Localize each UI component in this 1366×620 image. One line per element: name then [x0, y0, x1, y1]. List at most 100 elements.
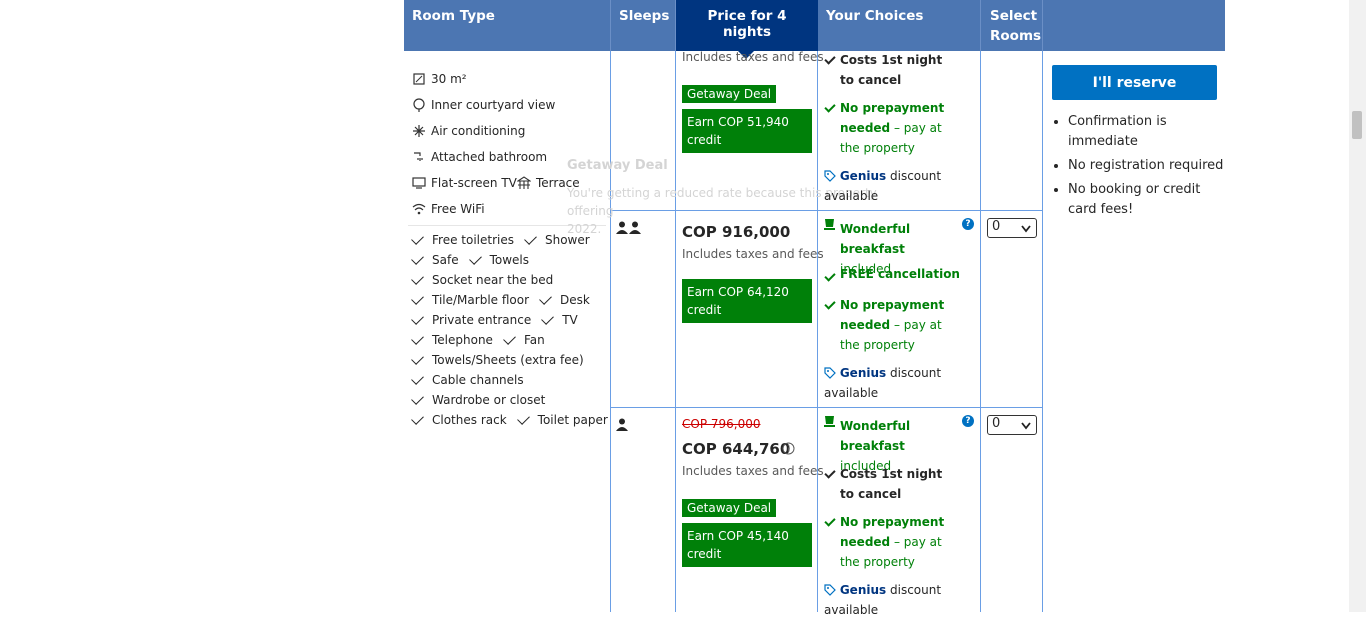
header-select-line2: Rooms [990, 28, 1042, 44]
check-icon [411, 391, 424, 405]
amenity: Safe [432, 253, 459, 267]
tag-icon [824, 367, 836, 379]
room-view: Inner courtyard view [412, 98, 555, 112]
amenity-row: Safe Towels [411, 251, 529, 267]
cancel-policy: Costs 1st night to cancel [840, 53, 943, 87]
genius-discount: Genius discount available [824, 166, 944, 206]
amenity-row: Tile/Marble floor Desk [411, 291, 590, 307]
one-person-icon [616, 417, 629, 436]
header-blank [1043, 0, 1225, 51]
amenity: Wardrobe or closet [432, 393, 546, 407]
view-icon [413, 98, 425, 112]
scrollbar-thumb[interactable] [1352, 111, 1362, 139]
benefit-item: No booking or credit card fees! [1068, 180, 1228, 220]
credit-badge: Earn COP 45,140 credit [682, 523, 812, 567]
info-icon[interactable] [782, 442, 795, 455]
row-divider [611, 407, 1043, 408]
amenity: Fan [523, 333, 545, 347]
check-icon [539, 291, 552, 305]
col-divider [610, 51, 611, 612]
tv-icon [412, 177, 426, 189]
amenity: Clothes rack [432, 413, 507, 427]
chevron-down-icon [1021, 225, 1031, 233]
room-wifi: Free WiFi [412, 202, 485, 216]
col-divider [675, 51, 676, 612]
genius-discount: Genius discount available [824, 363, 944, 403]
getaway-deal-badge: Getaway Deal [682, 499, 777, 517]
reserve-button[interactable]: I'll reserve [1052, 65, 1217, 100]
check-icon [411, 351, 424, 365]
price: COP 644,760 [682, 440, 791, 458]
check-icon [411, 251, 424, 265]
help-icon[interactable]: ? [962, 415, 974, 427]
amenity-row: Telephone Fan [411, 331, 545, 347]
chevron-down-icon [1021, 422, 1031, 430]
check-icon [503, 331, 516, 345]
tooltip-ghost-line: 2022. [567, 222, 602, 236]
amenity-row: Socket near the bed [411, 271, 553, 287]
amenity: Free toiletries [432, 233, 514, 247]
amenity: Desk [560, 293, 590, 307]
prepayment-info: No prepayment needed – pay at the proper… [840, 512, 960, 572]
tag-icon [824, 170, 836, 182]
help-icon[interactable]: ? [962, 218, 974, 230]
room-bathroom-label: Attached bathroom [431, 150, 548, 164]
header-room-type: Room Type [404, 0, 611, 51]
benefit-item: Confirmation is immediate [1068, 112, 1228, 152]
credit-badge: Earn COP 64,120 credit [682, 279, 812, 323]
wifi-icon [412, 203, 426, 215]
check-icon [411, 311, 424, 325]
breakfast-label: Wonderful breakfast [840, 419, 911, 453]
coffee-icon [824, 219, 835, 230]
check-icon [524, 231, 537, 245]
header-select-line1: Select [990, 8, 1038, 24]
price: COP 916,000 [682, 223, 791, 241]
select-value: 0 [992, 416, 1001, 431]
amenity-row: Cable channels [411, 371, 524, 387]
scrollbar-track[interactable] [1349, 0, 1366, 612]
genius-discount: Genius discount available [824, 580, 944, 620]
check-icon [541, 311, 555, 325]
room-quantity-select[interactable]: 0 [987, 218, 1037, 238]
room-size: 30 m² [412, 72, 467, 86]
room-tv: Flat-screen TV [412, 176, 517, 190]
amenity-row: Free toiletries Shower [411, 231, 590, 247]
room-quantity-select[interactable]: 0 [987, 415, 1037, 435]
check-icon [411, 411, 424, 425]
genius-label: Genius [839, 169, 887, 183]
coffee-icon [824, 416, 835, 427]
amenity: Tile/Marble floor [432, 293, 530, 307]
cancel-policy: Costs 1st night to cancel [840, 467, 943, 501]
row-divider [611, 210, 1043, 211]
select-value: 0 [992, 219, 1001, 234]
header-select-rooms: Select Rooms [981, 0, 1043, 51]
header-sleeps: Sleeps [611, 0, 676, 51]
amenity: Cable channels [432, 373, 524, 387]
room-ac-label: Air conditioning [431, 124, 526, 138]
prepayment-info: No prepayment needed – pay at the proper… [840, 295, 960, 355]
amenity: Toilet paper [537, 413, 608, 427]
room-ac: Air conditioning [412, 124, 525, 138]
amenity: Telephone [432, 333, 493, 347]
includes-taxes: Includes taxes and fees [682, 50, 824, 64]
amenity-row: Towels/Sheets (extra fee) [411, 351, 584, 367]
check-icon [411, 371, 424, 385]
benefit-item: No registration required [1068, 156, 1228, 176]
room-size-label: 30 m² [431, 72, 467, 86]
check-icon [411, 331, 424, 345]
col-divider [817, 51, 818, 612]
tooltip-ghost-title: Getaway Deal [567, 158, 668, 173]
amenity-row: Wardrobe or closet [411, 391, 546, 407]
two-persons-icon [616, 220, 642, 239]
room-tv-label: Flat-screen TV [431, 176, 517, 190]
col-divider [980, 51, 981, 612]
snowflake-icon [413, 125, 425, 137]
header-price-label: Price for 4 nights [707, 8, 787, 40]
table-header: Room Type Sleeps Price for 4 nights Your… [404, 0, 1225, 59]
check-icon [411, 291, 424, 305]
getaway-deal-badge: Getaway Deal [682, 85, 777, 103]
check-icon [516, 411, 530, 425]
tag-icon [824, 584, 836, 596]
includes-taxes: Includes taxes and fees [682, 464, 824, 478]
shower-icon [414, 152, 423, 161]
